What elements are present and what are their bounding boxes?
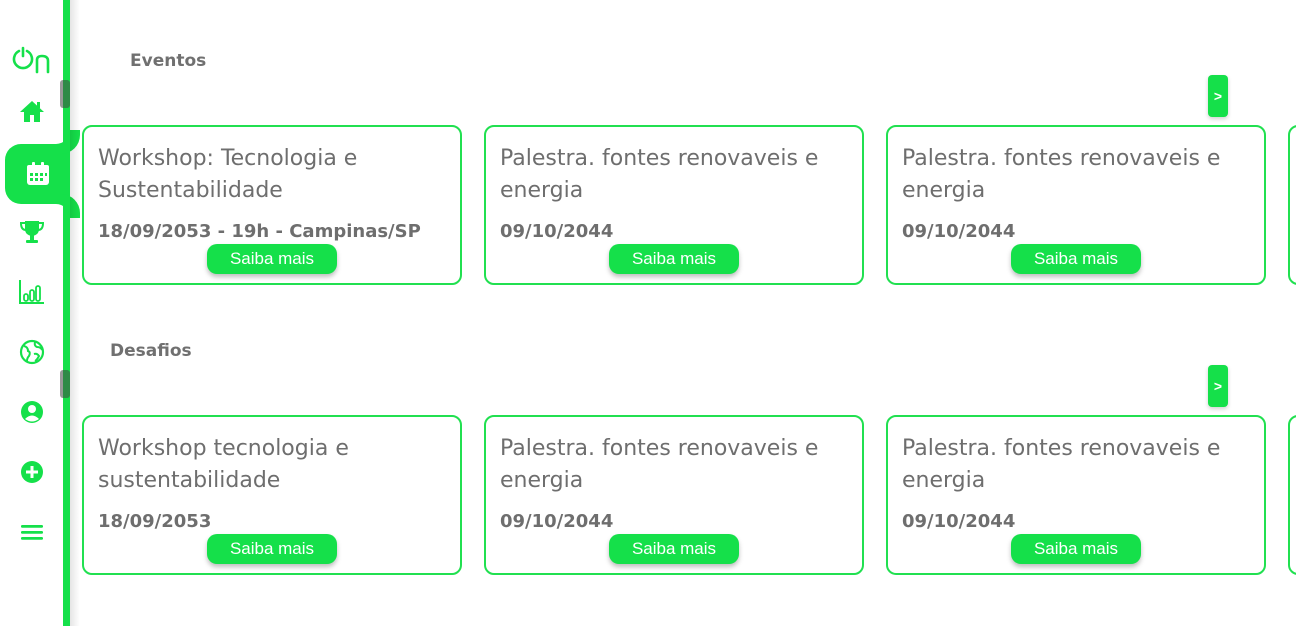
card-date: 09/10/2044: [500, 221, 614, 242]
trophy-icon: [19, 221, 44, 243]
card-date: 18/09/2053: [98, 511, 212, 532]
eventos-next-button[interactable]: >: [1208, 75, 1228, 117]
home-icon: [19, 101, 44, 122]
challenge-card: Palestra. fontes renovaveis e energia 09…: [484, 415, 864, 575]
saiba-mais-button[interactable]: Saiba mais: [207, 244, 337, 274]
event-card: Workshop: Tecnologia e Sustentabilidade …: [82, 125, 462, 285]
challenge-card: Workshop tecnologia e sustentabilidade 1…: [82, 415, 462, 575]
plus-circle-icon: [20, 461, 43, 483]
sidebar-shadow: [70, 0, 80, 626]
globe-icon: [19, 339, 44, 365]
event-card: Palestra. fontes renovaveis e energia 09…: [886, 125, 1266, 285]
card-date: 18/09/2053 - 19h - Campinas/SP: [98, 221, 421, 242]
sidebar: [0, 0, 70, 626]
sidebar-item-ranking[interactable]: [0, 270, 63, 314]
card-title: Workshop: Tecnologia e Sustentabilidade: [98, 146, 358, 203]
section-title-eventos: Eventos: [130, 51, 207, 71]
saiba-mais-button[interactable]: Saiba mais: [609, 244, 739, 274]
event-card-partial: [1288, 125, 1296, 285]
sidebar-item-add[interactable]: [0, 450, 63, 494]
sidebar-item-desafios[interactable]: [0, 210, 63, 254]
saiba-mais-button[interactable]: Saiba mais: [609, 534, 739, 564]
card-date: 09/10/2044: [500, 511, 614, 532]
sidebar-item-profile[interactable]: [0, 390, 63, 434]
saiba-mais-button[interactable]: Saiba mais: [1011, 244, 1141, 274]
desafios-carousel: Workshop tecnologia e sustentabilidade 1…: [82, 415, 1296, 575]
desafios-next-button[interactable]: >: [1208, 365, 1228, 407]
section-title-desafios: Desafios: [110, 341, 192, 361]
menu-icon: [20, 525, 43, 540]
event-card: Palestra. fontes renovaveis e energia 09…: [484, 125, 864, 285]
saiba-mais-button[interactable]: Saiba mais: [1011, 534, 1141, 564]
card-title: Palestra. fontes renovaveis e energia: [500, 436, 819, 493]
challenge-card: Palestra. fontes renovaveis e energia 09…: [886, 415, 1266, 575]
saiba-mais-button[interactable]: Saiba mais: [207, 534, 337, 564]
calendar-icon: [26, 162, 49, 185]
bar-chart-icon: [18, 280, 44, 304]
card-title: Workshop tecnologia e sustentabilidade: [98, 436, 349, 493]
card-title: Palestra. fontes renovaveis e energia: [500, 146, 819, 203]
challenge-card-partial: [1288, 415, 1296, 575]
card-date: 09/10/2044: [902, 221, 1016, 242]
sidebar-scroll-mark: [60, 80, 70, 108]
eventos-carousel: Workshop: Tecnologia e Sustentabilidade …: [82, 125, 1296, 285]
sidebar-item-eventos[interactable]: [5, 144, 70, 204]
sidebar-item-menu[interactable]: [0, 510, 63, 554]
card-date: 09/10/2044: [902, 511, 1016, 532]
on-logo: [12, 46, 50, 74]
card-title: Palestra. fontes renovaveis e energia: [902, 436, 1221, 493]
card-title: Palestra. fontes renovaveis e energia: [902, 146, 1221, 203]
sidebar-item-globe[interactable]: [0, 330, 63, 374]
sidebar-item-home[interactable]: [0, 89, 63, 133]
user-icon: [20, 401, 43, 423]
